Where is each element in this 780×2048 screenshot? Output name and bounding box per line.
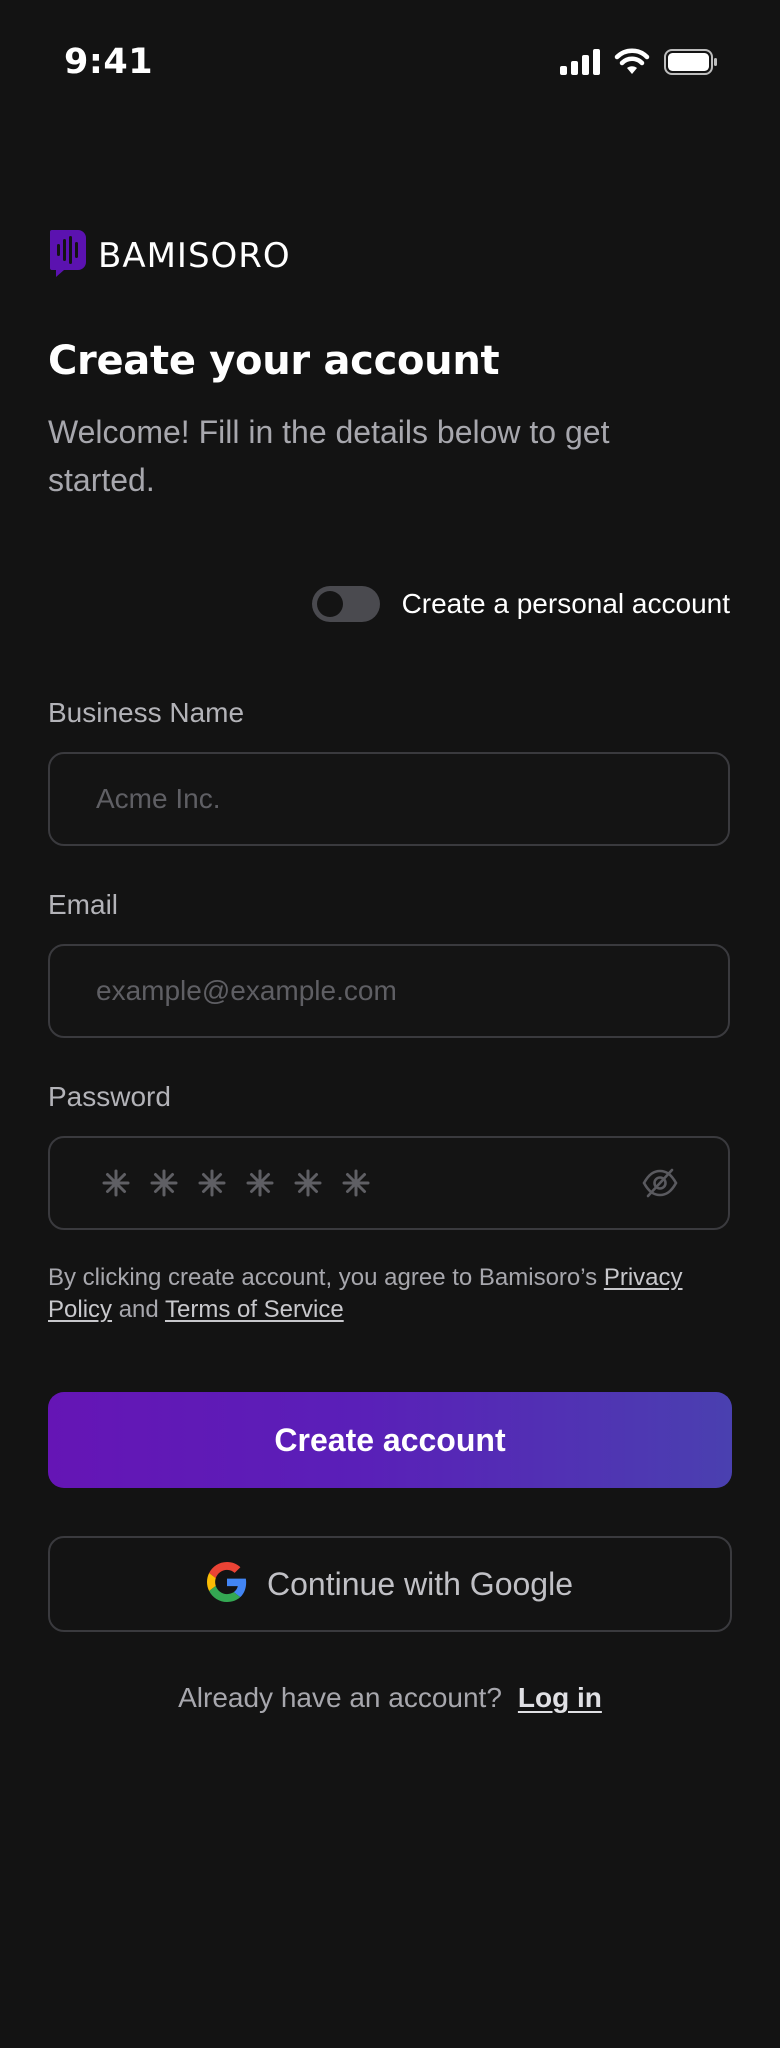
password-placeholder[interactable]: [50, 1169, 638, 1197]
business-name-input[interactable]: [50, 754, 728, 844]
continue-with-google-button[interactable]: Continue with Google: [48, 1536, 732, 1632]
password-glyph: [342, 1169, 370, 1197]
terms-text: By clicking create account, you agree to…: [48, 1262, 738, 1326]
personal-account-label: Create a personal account: [401, 588, 730, 619]
email-field: [48, 944, 730, 1038]
page-title: Create your account: [48, 338, 500, 384]
eye-off-icon[interactable]: [638, 1161, 682, 1205]
personal-account-toggle-row: Create a personal account: [311, 586, 730, 622]
password-field[interactable]: [48, 1136, 730, 1230]
login-prompt: Already have an account?: [178, 1682, 502, 1713]
login-prompt-row: Already have an account? Log in: [0, 1682, 780, 1714]
email-label: Email: [48, 889, 119, 920]
cellular-signal-icon: [560, 49, 600, 80]
terms-prefix: By clicking create account, you agree to…: [48, 1264, 604, 1291]
status-bar: 9:41: [0, 0, 780, 128]
google-button-label: Continue with Google: [267, 1565, 573, 1602]
brand-name: BAMISORO: [98, 235, 291, 276]
wifi-icon: [614, 48, 650, 81]
brand-logo: BAMISORO: [48, 228, 291, 283]
password-glyph: [150, 1169, 178, 1197]
password-label: Password: [48, 1081, 171, 1112]
business-name-label: Business Name: [48, 697, 245, 728]
log-in-link[interactable]: Log in: [518, 1682, 602, 1714]
create-account-button[interactable]: Create account: [48, 1392, 732, 1488]
business-name-field: [48, 752, 730, 846]
bamisoro-logo-icon: [48, 228, 88, 283]
email-input[interactable]: [50, 946, 728, 1036]
password-glyph: [198, 1169, 226, 1197]
terms-joiner: and: [112, 1296, 165, 1323]
password-glyph: [294, 1169, 322, 1197]
terms-of-service-link[interactable]: Terms of Service: [165, 1296, 344, 1323]
toggle-knob: [316, 591, 343, 617]
page-subtitle: Welcome! Fill in the details below to ge…: [48, 414, 610, 498]
status-icons: [560, 48, 718, 81]
password-glyph: [246, 1169, 274, 1197]
google-icon: [207, 1561, 247, 1607]
password-glyph: [102, 1169, 130, 1197]
personal-account-toggle[interactable]: [311, 586, 380, 622]
battery-icon: [664, 49, 718, 80]
status-time: 9:41: [64, 42, 154, 82]
